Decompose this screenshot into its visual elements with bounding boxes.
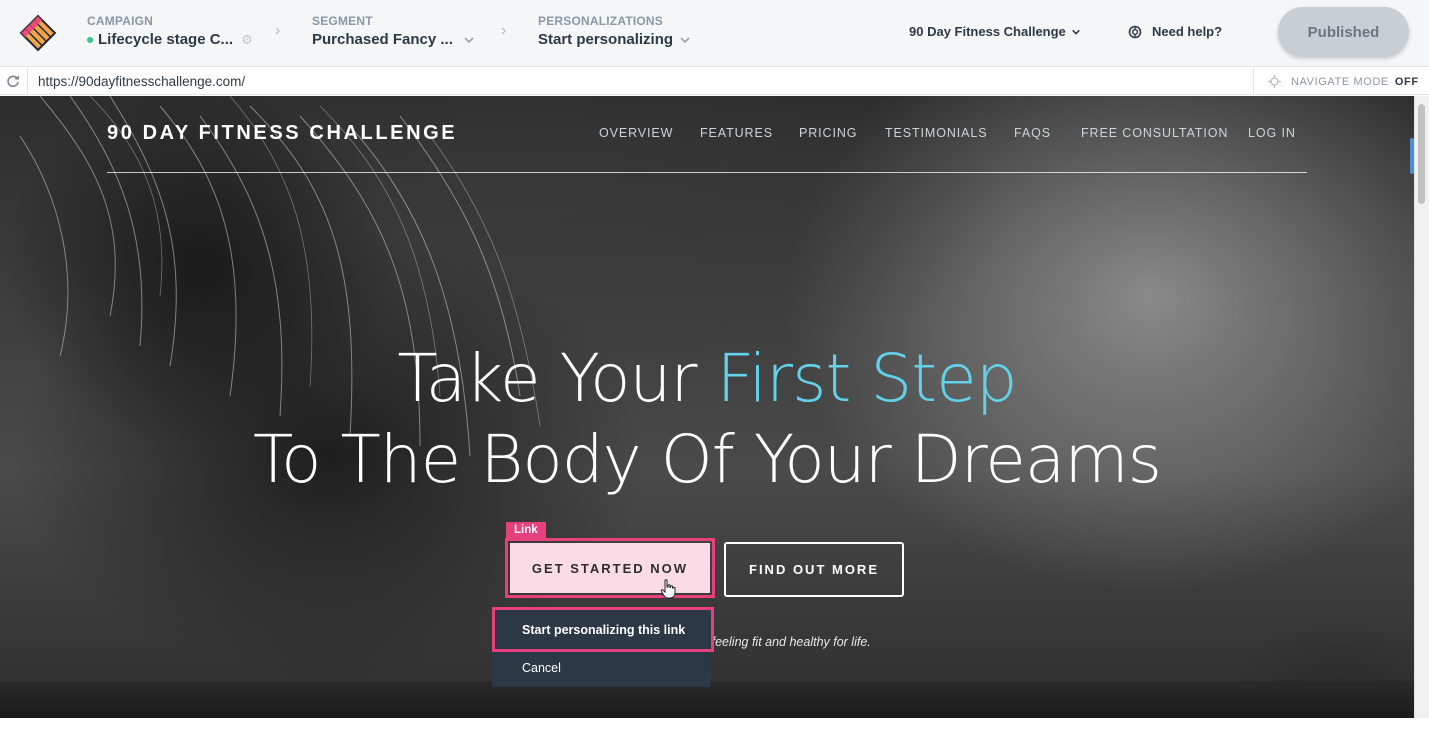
hero-heading-line-2: To The Body Of Your Dreams bbox=[253, 421, 1162, 498]
hero-heading-accent: First Step bbox=[716, 340, 1018, 417]
site-nav-features[interactable]: FEATURES bbox=[700, 126, 773, 140]
get-started-button[interactable]: GET STARTED NOW bbox=[510, 543, 710, 593]
url-input[interactable]: https://90dayfitnesschallenge.com/ bbox=[38, 74, 245, 89]
help-link[interactable]: Need help? bbox=[1128, 24, 1222, 39]
find-out-more-button[interactable]: FIND OUT MORE bbox=[724, 542, 904, 597]
chevron-right-icon: › bbox=[501, 22, 507, 39]
campaign-label: CAMPAIGN bbox=[87, 14, 154, 28]
app-logo-icon[interactable] bbox=[18, 13, 58, 53]
site-selector-dropdown[interactable]: 90 Day Fitness Challenge bbox=[909, 24, 1081, 39]
published-button[interactable]: Published bbox=[1278, 7, 1409, 57]
cancel-option[interactable]: Cancel bbox=[492, 656, 711, 680]
scrollbar-thumb[interactable] bbox=[1418, 104, 1425, 204]
element-type-tag: Link bbox=[506, 522, 546, 539]
help-label: Need help? bbox=[1152, 24, 1223, 39]
hero-heading-line-1: Take Your First Step bbox=[0, 340, 1414, 417]
bottom-strip bbox=[0, 718, 1429, 742]
hand-cursor-icon bbox=[660, 579, 676, 599]
personalizations-label: PERSONALIZATIONS bbox=[538, 14, 663, 28]
navigate-mode-toggle[interactable]: NAVIGATE MODE OFF bbox=[1253, 68, 1429, 95]
navigate-mode-label: NAVIGATE MODE bbox=[1291, 75, 1389, 88]
segment-label: SEGMENT bbox=[312, 14, 373, 28]
site-nav-log-in[interactable]: LOG IN bbox=[1248, 126, 1296, 140]
site-nav-free-consultation[interactable]: FREE CONSULTATION bbox=[1081, 126, 1228, 140]
site-nav-overview[interactable]: OVERVIEW bbox=[599, 126, 673, 140]
segment-name: Purchased Fancy ... bbox=[312, 31, 453, 48]
url-bar: https://90dayfitnesschallenge.com/ NAVIG… bbox=[0, 68, 1429, 95]
breadcrumb-segment[interactable]: SEGMENT Purchased Fancy ... bbox=[312, 14, 475, 48]
start-personalizing-link-option[interactable]: Start personalizing this link bbox=[492, 607, 714, 652]
site-nav-pricing[interactable]: PRICING bbox=[799, 126, 857, 140]
crosshair-icon bbox=[1268, 75, 1281, 88]
chevron-down-icon bbox=[1071, 29, 1080, 35]
personalizations-value: Start personalizing bbox=[538, 31, 674, 48]
refresh-icon[interactable] bbox=[6, 74, 20, 88]
hero-tagline: r feeling fit and healthy for life. bbox=[704, 635, 871, 649]
scroll-position-marker bbox=[1410, 138, 1414, 174]
chevron-down-icon[interactable] bbox=[679, 34, 691, 46]
chevron-down-icon[interactable] bbox=[463, 34, 475, 46]
hero-heading-prefix: Take Your bbox=[397, 340, 717, 417]
breadcrumb-campaign[interactable]: CAMPAIGN Lifecycle stage C... ⚙ bbox=[87, 14, 253, 48]
site-nav-testimonials[interactable]: TESTIMONIALS bbox=[885, 126, 987, 140]
top-bar: CAMPAIGN Lifecycle stage C... ⚙ › SEGMEN… bbox=[0, 0, 1429, 67]
chevron-right-icon: › bbox=[275, 22, 281, 39]
campaign-name: Lifecycle stage C... bbox=[98, 31, 234, 48]
navigate-mode-state: OFF bbox=[1394, 75, 1419, 88]
url-divider bbox=[27, 68, 28, 95]
site-selector-label: 90 Day Fitness Challenge bbox=[909, 24, 1066, 39]
site-brand-logo[interactable]: 90 DAY FITNESS CHALLENGE bbox=[107, 122, 457, 145]
website-preview: 90 DAY FITNESS CHALLENGE OVERVIEW FEATUR… bbox=[0, 96, 1414, 718]
site-header-divider bbox=[107, 172, 1307, 173]
site-nav-faqs[interactable]: FAQS bbox=[1014, 126, 1051, 140]
breadcrumb-personalizations[interactable]: PERSONALIZATIONS Start personalizing bbox=[538, 14, 691, 48]
lifebuoy-icon bbox=[1128, 25, 1142, 38]
gear-icon[interactable]: ⚙ bbox=[241, 32, 253, 48]
live-status-dot bbox=[87, 36, 93, 43]
